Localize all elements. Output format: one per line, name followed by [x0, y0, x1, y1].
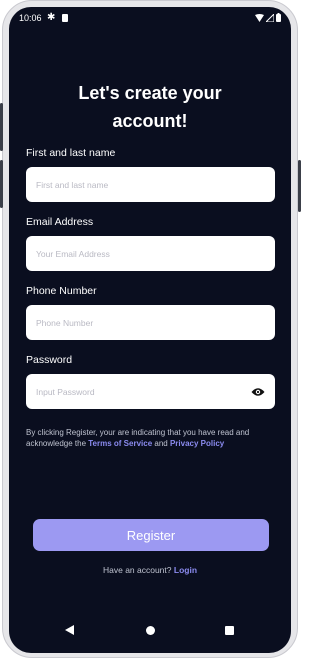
name-field[interactable] — [36, 179, 265, 190]
signal-icon — [266, 13, 274, 22]
privacy-policy-link[interactable]: Privacy Policy — [170, 439, 224, 448]
password-field[interactable] — [36, 386, 251, 397]
terms-of-service-link[interactable]: Terms of Service — [88, 439, 152, 448]
sim-card-icon — [62, 14, 68, 22]
name-field-container[interactable] — [26, 167, 275, 202]
phone-field-container[interactable] — [26, 305, 275, 340]
terms-text: By clicking Register, your are indicatin… — [26, 427, 276, 449]
login-link[interactable]: Login — [174, 565, 197, 575]
eye-icon[interactable] — [251, 385, 265, 399]
status-icons — [255, 13, 281, 22]
login-prompt-text: Have an account? — [102, 565, 174, 575]
wifi-icon — [255, 13, 264, 22]
side-button-left-bottom — [0, 160, 3, 208]
system-nav-bar — [9, 617, 291, 647]
status-time: 10:06 — [19, 13, 42, 23]
email-field[interactable] — [36, 248, 265, 259]
phone-field[interactable] — [36, 317, 265, 328]
recents-icon[interactable] — [225, 626, 234, 635]
status-bar: 10:06 ✱ — [9, 7, 291, 29]
page-title: Let's create your account! — [78, 83, 222, 131]
login-prompt: Have an account? Login — [9, 565, 291, 575]
side-button-right — [298, 160, 301, 212]
register-button[interactable]: Register — [33, 519, 269, 551]
side-button-left-top — [0, 103, 3, 151]
email-field-container[interactable] — [26, 236, 275, 271]
phone-field-label: Phone Number — [26, 285, 97, 297]
gear-icon: ✱ — [47, 12, 56, 23]
home-icon[interactable] — [146, 626, 155, 635]
battery-icon — [276, 13, 281, 22]
password-field-label: Password — [26, 354, 73, 366]
name-field-label: First and last name — [26, 147, 116, 159]
terms-and: and — [152, 439, 170, 448]
back-icon[interactable] — [65, 625, 74, 635]
app-screen: 10:06 ✱ Let's create your account! First… — [9, 7, 291, 653]
email-field-label: Email Address — [26, 216, 94, 228]
password-field-container[interactable] — [26, 374, 275, 409]
